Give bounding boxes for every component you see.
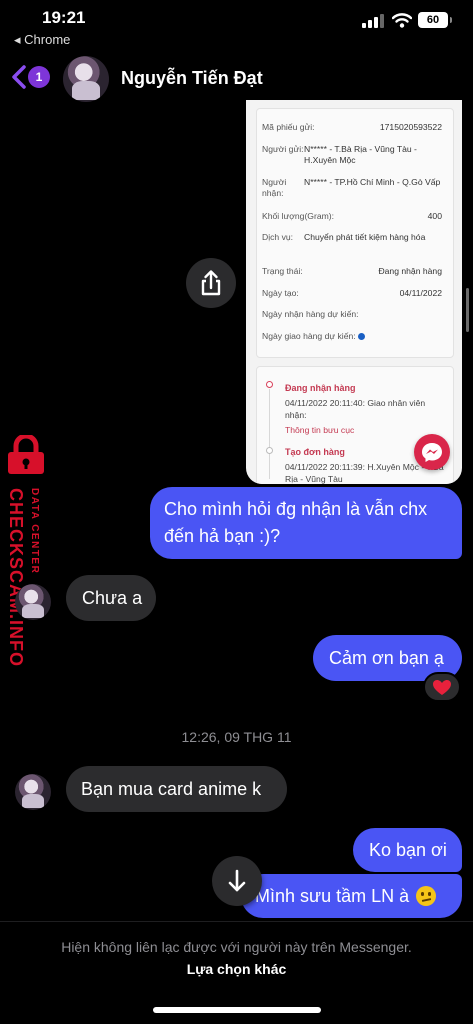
status-bar: 19:21 ◂ Chrome 60 [0, 0, 473, 50]
contact-name[interactable]: Nguyễn Tiến Đạt [121, 68, 263, 89]
unread-count-badge: 1 [28, 66, 50, 88]
message-text: Mình sưu tầm LN à [255, 886, 410, 906]
shipment-row: Ngày tạo: 04/11/2022 [262, 288, 442, 298]
incoming-message[interactable]: Bạn mua card anime k [66, 766, 287, 812]
heart-reaction[interactable] [423, 672, 461, 702]
outgoing-message[interactable]: Mình sưu tầm LN à [241, 874, 462, 918]
incoming-message[interactable]: Chưa a [66, 575, 156, 621]
watermark-subtitle: DATA CENTER [29, 488, 40, 575]
timeline-dot [266, 447, 273, 454]
watermark-brand: CHECKSCAM.INFO [6, 488, 26, 667]
contact-avatar[interactable] [63, 56, 109, 102]
battery-indicator: 60 [418, 12, 452, 28]
back-to-app-link[interactable]: ◂ Chrome [14, 32, 70, 48]
home-indicator[interactable] [153, 1007, 321, 1013]
share-icon [201, 270, 221, 296]
info-icon [357, 333, 365, 341]
wifi-icon [392, 13, 412, 28]
shipment-row: Khối lượng(Gram): 400 [262, 211, 442, 221]
back-chevron-icon[interactable] [10, 64, 28, 90]
timeline-dot [266, 381, 273, 388]
other-options-link[interactable]: Lựa chọn khác [0, 961, 473, 977]
unavailable-notice: Hiện không liên lạc được với người này t… [61, 939, 412, 955]
shared-image[interactable]: Mã phiếu gửi: 1715020593522 Người gửi: N… [246, 100, 462, 484]
heart-icon [433, 680, 451, 695]
shipment-row: Người nhận: N***** - TP.Hồ Chí Minh - Q.… [262, 177, 441, 198]
timestamp-divider: 12:26, 09 THG 11 [181, 729, 292, 745]
share-button[interactable] [186, 258, 236, 308]
confused-face-emoji [416, 886, 437, 906]
shipment-row: Trạng thái: Đang nhận hàng [262, 266, 442, 276]
shipment-row: Dịch vụ: Chuyển phát tiết kiệm hàng hóa [262, 232, 426, 242]
messenger-icon [414, 434, 450, 470]
outgoing-message[interactable]: Cho mình hỏi đg nhận là vẫn chx đến hả b… [150, 487, 462, 559]
shipment-row: Mã phiếu gửi: 1715020593522 [262, 122, 442, 132]
cellular-signal-icon [362, 14, 384, 28]
watermark-lock-icon [8, 435, 44, 474]
arrow-down-icon [228, 869, 246, 892]
shipment-row: Ngày giao hàng dự kiến: [262, 331, 442, 342]
shipment-row: Ngày nhận hàng dự kiến: [262, 309, 359, 319]
post-office-info-link: Thông tin bưu cục [285, 425, 355, 435]
scrollbar[interactable] [466, 288, 469, 332]
sender-avatar[interactable] [15, 774, 51, 810]
shipment-row: Người gửi: N***** - T.Bà Rịa - Vũng Tàu … [262, 144, 417, 165]
sender-avatar[interactable] [15, 584, 51, 620]
clock: 19:21 [42, 8, 86, 27]
scroll-to-bottom-button[interactable] [212, 856, 262, 906]
outgoing-message[interactable]: Ko bạn ơi [353, 828, 462, 872]
